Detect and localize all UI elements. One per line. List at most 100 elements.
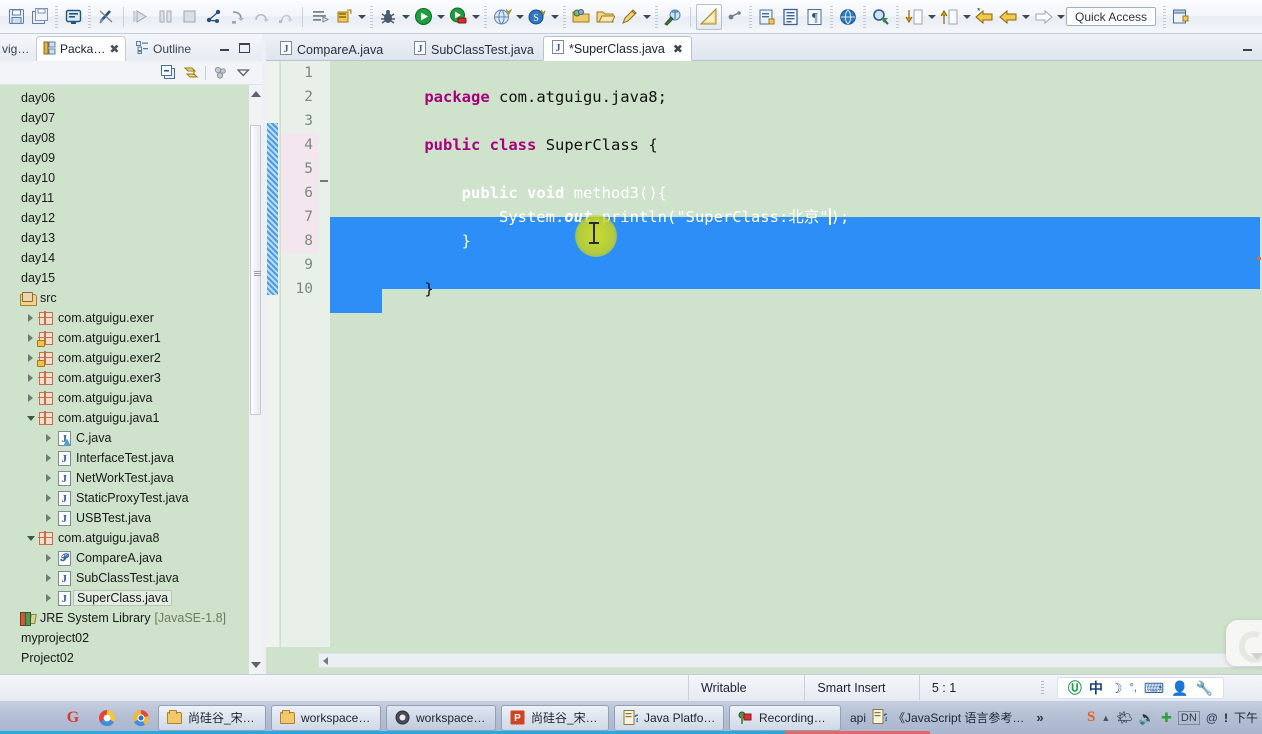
taskbar-recording[interactable]: Recording… (729, 704, 841, 731)
status-drag-handle[interactable] (1027, 680, 1056, 695)
maximize-view-button[interactable] (237, 41, 252, 55)
ime-chinese-icon[interactable]: 中 (1089, 681, 1103, 695)
tree-item[interactable]: JRE System Library [JavaSE-1.8] (0, 608, 262, 628)
tree-item[interactable]: src (0, 288, 262, 308)
chevron-down-icon[interactable] (470, 5, 481, 29)
chevron-down-icon[interactable] (961, 5, 972, 29)
chevron-down-icon[interactable] (1055, 5, 1066, 29)
tree-item[interactable]: StaticProxyTest.java (0, 488, 262, 508)
last-edit-location-icon[interactable]: * (972, 5, 996, 29)
new-java-project-icon[interactable] (308, 5, 332, 29)
minimize-editor-button[interactable] (1241, 42, 1254, 54)
scroll-down-icon[interactable] (251, 662, 261, 668)
svn-icon[interactable]: S (525, 5, 549, 29)
close-icon[interactable]: ✖ (109, 42, 119, 56)
save-icon[interactable] (4, 5, 28, 29)
editor-icon[interactable] (779, 5, 803, 29)
step-return-icon[interactable] (273, 5, 297, 29)
link-with-editor-icon[interactable] (182, 64, 200, 82)
at-icon[interactable]: @ (1206, 711, 1218, 725)
sogou-icon[interactable]: S (1087, 709, 1095, 726)
gitee-icon[interactable]: G (56, 701, 90, 734)
collapse-all-icon[interactable] (159, 64, 177, 82)
pilcrow-icon[interactable]: ¶ (803, 5, 827, 29)
chevron-down-icon[interactable] (24, 408, 37, 428)
chevron-right-icon[interactable] (24, 328, 37, 348)
package-explorer-scrollbar[interactable] (248, 85, 262, 674)
tab-compare-a[interactable]: J CompareA.java (272, 38, 391, 61)
run-coverage-icon[interactable] (446, 5, 470, 29)
new-icon[interactable] (569, 5, 593, 29)
toggle-breakpoint-icon[interactable] (94, 5, 118, 29)
chevron-right-icon[interactable] (42, 448, 55, 468)
ime-toolbar[interactable]: Ⓤ 中 ☽ °, ⌨ 👤 🔧 (1056, 676, 1224, 699)
tree-item[interactable]: Project02 (0, 648, 262, 668)
package-explorer-tree[interactable]: day06 day07 day08 day09 day10 day11 day12 day13… (0, 85, 262, 674)
tree-item[interactable]: day13 (0, 228, 262, 248)
publish-icon[interactable] (722, 5, 746, 29)
chrome-colored-icon[interactable] (90, 701, 124, 734)
tree-item[interactable]: NetWorkTest.java (0, 468, 262, 488)
suspend-icon[interactable] (153, 5, 177, 29)
tree-item[interactable]: CompareA.java (0, 548, 262, 568)
scroll-up-icon[interactable] (251, 91, 261, 97)
tree-item[interactable]: USBTest.java (0, 508, 262, 528)
tree-item[interactable]: com.atguigu.exer (0, 308, 262, 328)
tree-item[interactable]: day07 (0, 108, 262, 128)
resume-icon[interactable] (129, 5, 153, 29)
ime-user-icon[interactable]: 👤 (1171, 681, 1188, 695)
chevron-right-icon[interactable] (42, 508, 55, 528)
tree-item[interactable]: com.atguigu.exer1 (0, 328, 262, 348)
ime-indicator-icon[interactable]: DN (1177, 710, 1200, 725)
tree-item[interactable]: com.atguigu.java (0, 388, 262, 408)
view-tab-navigator[interactable]: vig… (0, 37, 35, 61)
debug-icon[interactable] (376, 5, 400, 29)
run-icon[interactable] (411, 5, 435, 29)
taskbar-overflow-chevrons[interactable]: » (1036, 710, 1043, 725)
step-over-icon[interactable] (249, 5, 273, 29)
chevron-right-icon[interactable] (42, 588, 55, 608)
scroll-left-icon[interactable] (323, 657, 328, 665)
ime-moon-icon[interactable]: ☽ (1110, 681, 1123, 695)
open-icon[interactable] (593, 5, 617, 29)
minimize-view-button[interactable] (217, 41, 232, 55)
ime-punctuation-icon[interactable]: °, (1129, 681, 1136, 695)
taskbar-powerpoint[interactable]: P 尚硅谷_宋… (501, 704, 609, 731)
chevron-right-icon[interactable] (42, 428, 55, 448)
next-annotation-icon[interactable] (902, 5, 926, 29)
tree-item[interactable]: day11 (0, 188, 262, 208)
ime-power-icon[interactable]: Ⓤ (1068, 681, 1082, 695)
save-all-icon[interactable] (28, 5, 52, 29)
forward-icon[interactable] (1031, 5, 1055, 29)
tree-item[interactable]: com.atguigu.exer3 (0, 368, 262, 388)
ime-keyboard-icon[interactable]: ⌨ (1144, 681, 1164, 695)
chevron-down-icon[interactable] (435, 5, 446, 29)
search-pen-icon[interactable] (617, 5, 641, 29)
back-icon[interactable] (996, 5, 1020, 29)
java-perspective-icon[interactable] (696, 3, 722, 30)
tree-item[interactable]: SubClassTest.java (0, 568, 262, 588)
tree-item[interactable]: com.atguigu.java8 (0, 528, 262, 548)
chevron-right-icon[interactable] (42, 568, 55, 588)
terminate-icon[interactable] (177, 5, 201, 29)
clock-label[interactable]: 下午 (1234, 709, 1258, 726)
step-into-icon[interactable] (225, 5, 249, 29)
tree-item[interactable]: InterfaceTest.java (0, 448, 262, 468)
taskbar-folder-workspace[interactable]: workspace… (271, 704, 381, 731)
taskbar-javascript-ref-label[interactable]: 《JavaScript 语言参考… (893, 709, 1024, 726)
new-class-icon[interactable] (755, 5, 779, 29)
editor-horizontal-scrollbar[interactable] (318, 653, 1262, 668)
fold-marker[interactable] (320, 180, 328, 182)
show-hidden-icons-icon[interactable]: ▲ (1101, 713, 1110, 723)
volume-icon[interactable]: 🔊 (1139, 710, 1155, 726)
chevron-down-icon[interactable] (641, 5, 652, 29)
folding-ruler[interactable] (318, 61, 330, 647)
web-browser-icon[interactable] (836, 5, 860, 29)
chevron-down-icon[interactable] (356, 5, 367, 29)
chevron-down-icon[interactable] (24, 528, 37, 548)
chrome-icon[interactable] (124, 701, 158, 734)
view-tab-outline[interactable]: Outline (130, 37, 197, 61)
chevron-right-icon[interactable] (42, 468, 55, 488)
scrollbar-thumb[interactable] (250, 125, 261, 415)
code-area[interactable]: package com.atguigu.java8; public class … (330, 61, 1262, 647)
